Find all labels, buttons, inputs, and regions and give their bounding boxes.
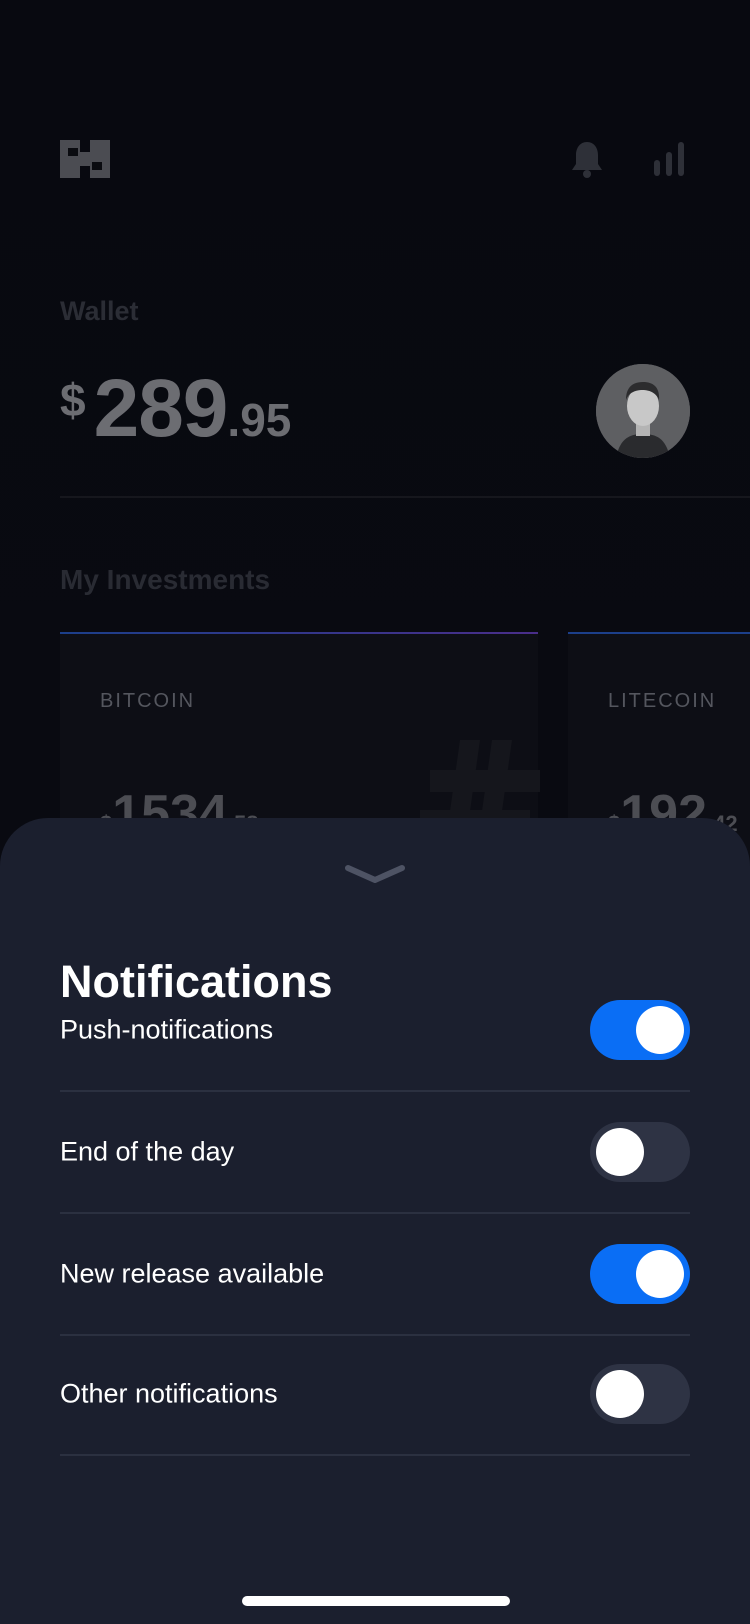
toggle-knob: [636, 1250, 684, 1298]
setting-row-push: Push-notifications: [60, 970, 690, 1092]
setting-label: Other notifications: [60, 1378, 278, 1409]
toggle-push-notifications[interactable]: [590, 1000, 690, 1060]
investments-title: My Investments: [60, 564, 271, 595]
avatar[interactable]: [596, 364, 690, 458]
card-name: BITCOIN: [100, 690, 196, 712]
toggle-new-release[interactable]: [590, 1244, 690, 1304]
toggle-knob: [596, 1128, 644, 1176]
setting-label: Push-notifications: [60, 1014, 274, 1045]
home-indicator[interactable]: [242, 1596, 510, 1606]
setting-label: End of the day: [60, 1136, 235, 1167]
screen: Wallet $289.95 My Investments BITCOIN $1…: [0, 0, 750, 1624]
chevron-down-icon[interactable]: [344, 862, 406, 886]
setting-row-new-release: New release available: [60, 1214, 690, 1336]
setting-row-end-of-day: End of the day: [60, 1092, 690, 1214]
balance-integer: 289: [93, 363, 229, 454]
avatar-photo: [596, 364, 690, 458]
balance-currency: $: [60, 374, 86, 426]
app-logo-icon[interactable]: [60, 140, 110, 178]
card-name: LITECOIN: [608, 690, 717, 712]
setting-row-other: Other notifications: [60, 1334, 690, 1456]
notifications-sheet: Notifications Push-notifications End of …: [0, 818, 750, 1624]
stats-bars-icon[interactable]: [652, 142, 686, 176]
toggle-knob: [636, 1006, 684, 1054]
toggle-knob: [596, 1370, 644, 1418]
wallet-label: Wallet: [60, 296, 139, 326]
toggle-other-notifications[interactable]: [590, 1364, 690, 1424]
wallet-balance: $289.95: [60, 362, 291, 456]
balance-decimal: .95: [227, 394, 292, 446]
setting-label: New release available: [60, 1258, 325, 1289]
divider: [60, 496, 750, 498]
bell-icon[interactable]: [570, 140, 604, 178]
toggle-end-of-day[interactable]: [590, 1122, 690, 1182]
